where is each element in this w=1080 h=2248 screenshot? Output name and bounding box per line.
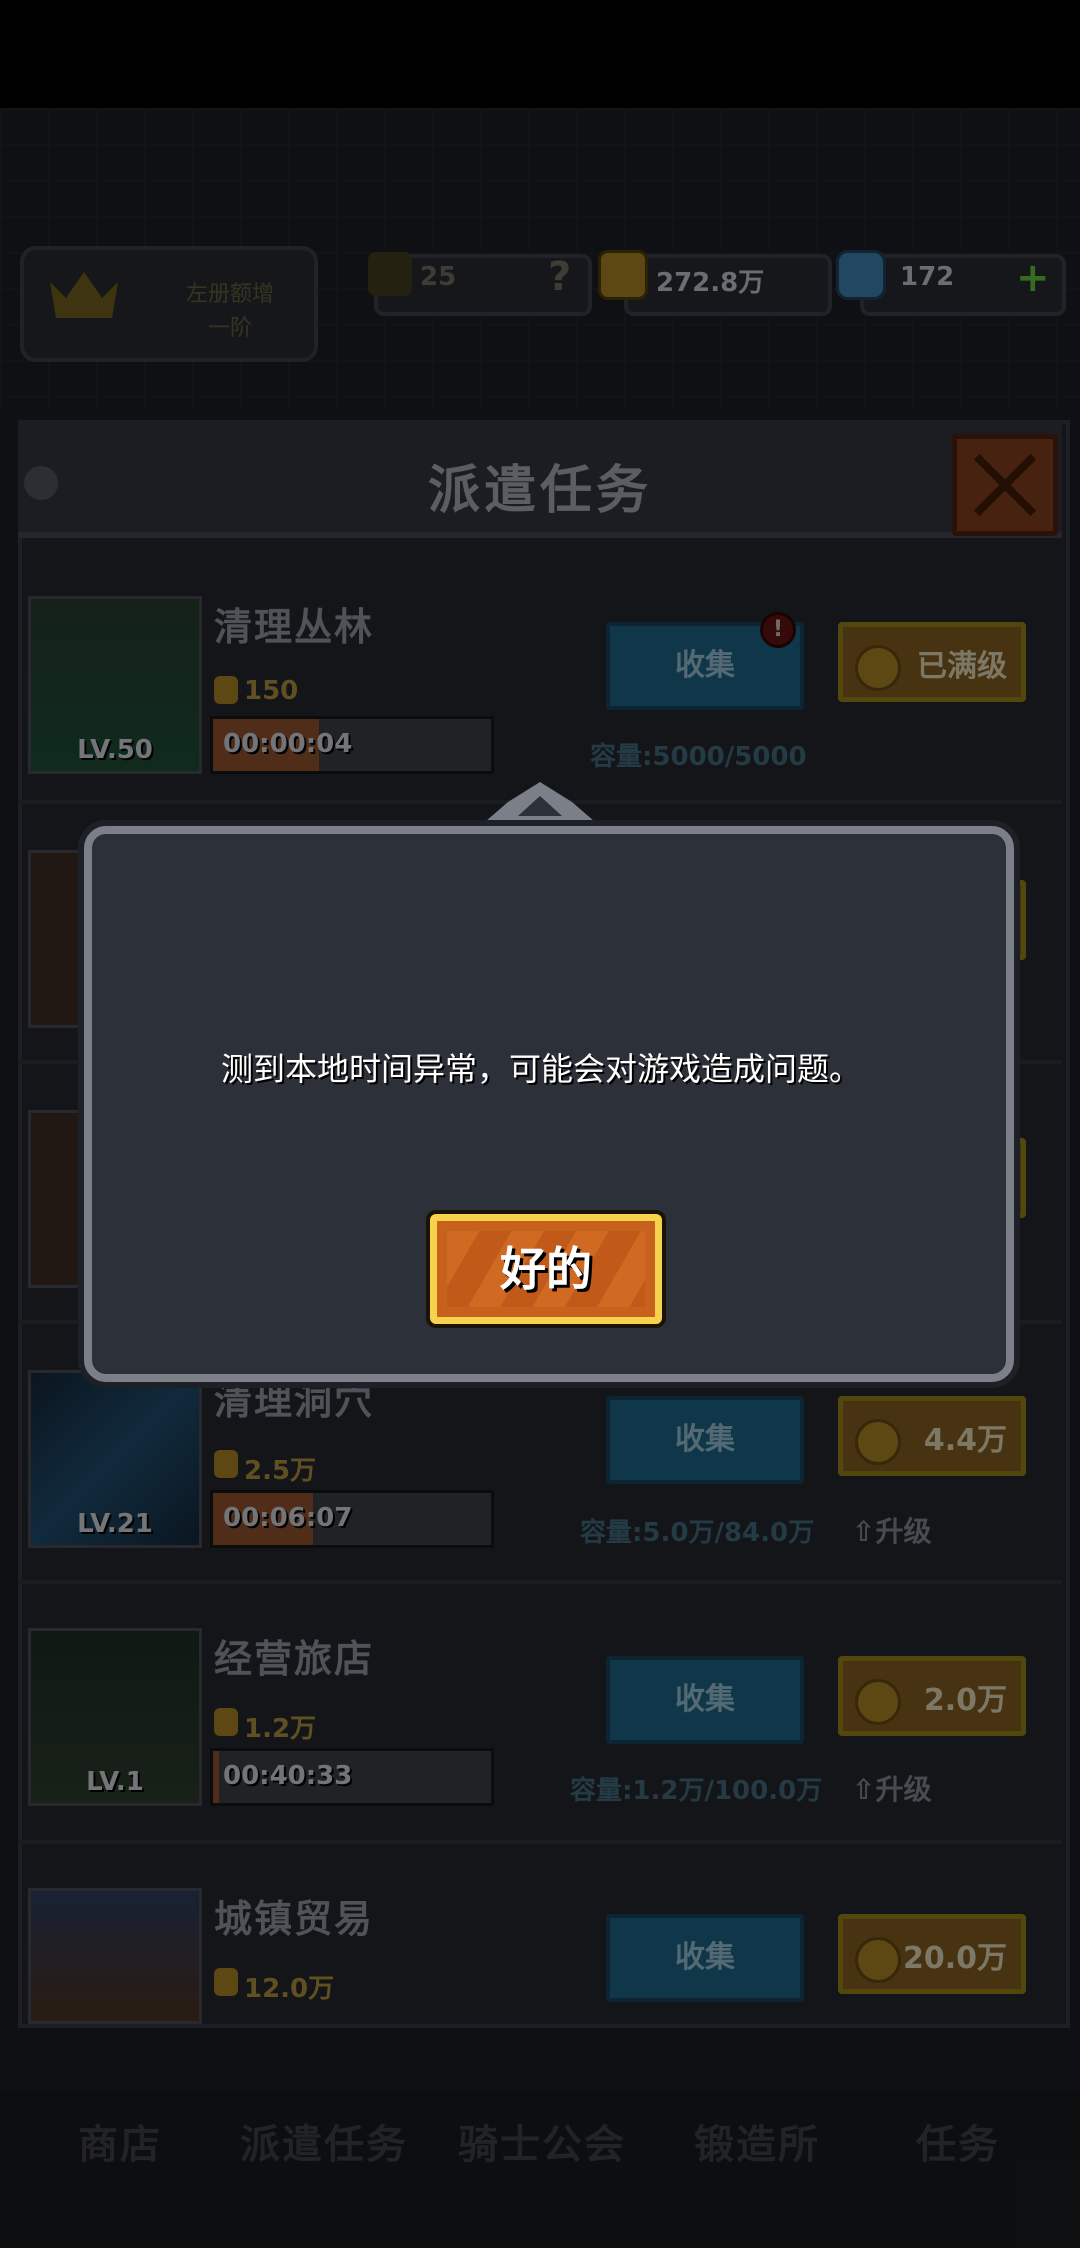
- ok-button[interactable]: 好的: [430, 1214, 662, 1324]
- dialog-message: 测到本地时间异常，可能会对游戏造成问题。: [220, 1050, 861, 1088]
- ok-button-label: 好的: [500, 1242, 592, 1296]
- dialog-crest-icon: [438, 782, 642, 832]
- game-screen: 左册额增 一阶 25 ? 272.8万 172 + 派遣任务 LV.50 清理丛…: [0, 0, 1080, 2248]
